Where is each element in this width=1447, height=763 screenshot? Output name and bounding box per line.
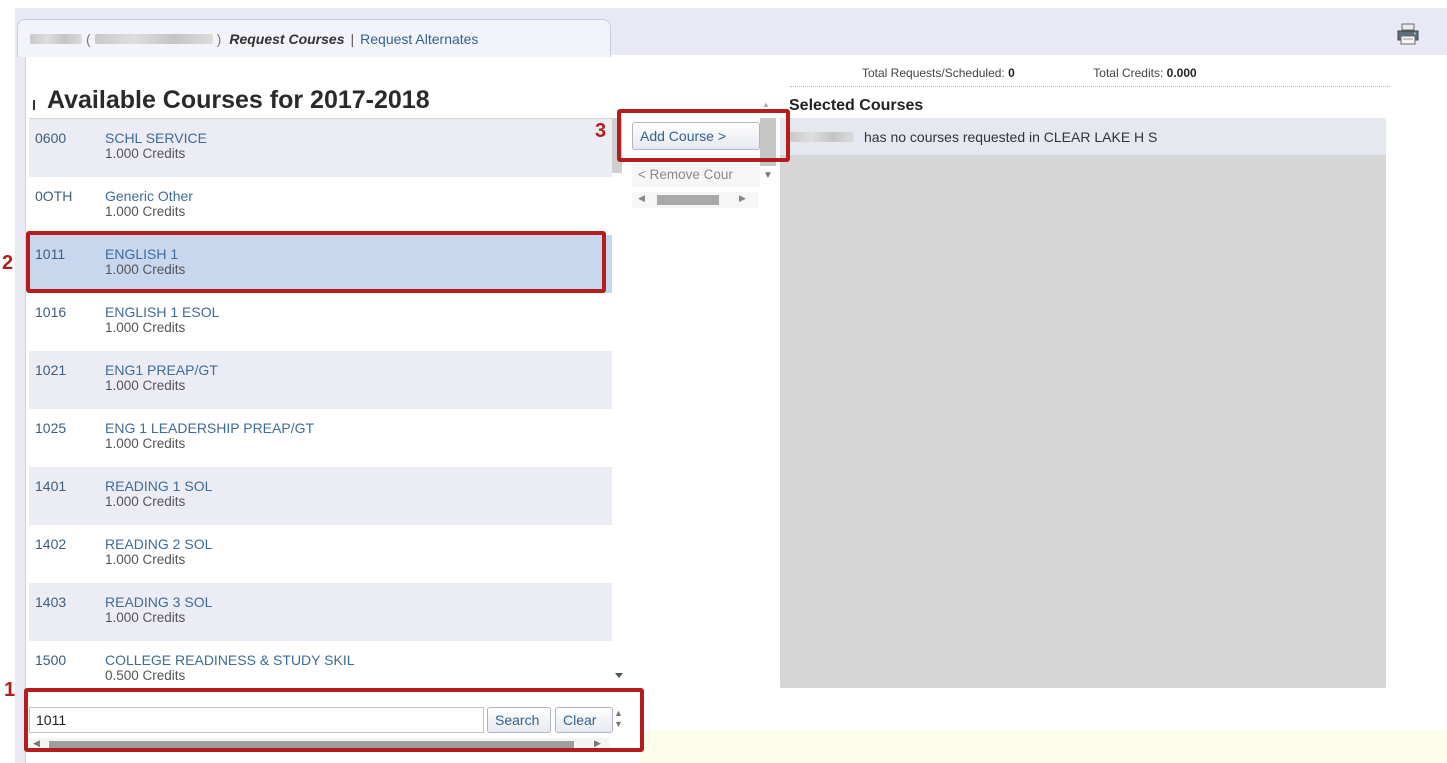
annotation-number-3: 3: [595, 120, 607, 142]
course-info: READING 1 SOL 1.000 Credits: [105, 478, 212, 525]
total-credits-label: Total Credits:: [1093, 66, 1164, 80]
course-name: COLLEGE READINESS & STUDY SKIL: [105, 652, 355, 668]
total-requests-value: 0: [1008, 66, 1015, 80]
course-info: COLLEGE READINESS & STUDY SKIL 0.500 Cred…: [105, 652, 355, 688]
title-marker: [33, 100, 35, 110]
available-courses-list[interactable]: 0600 SCHL SERVICE 1.000 Credits 0OTH Generic…: [29, 118, 612, 688]
course-info: ENG1 PREAP/GT 1.000 Credits: [105, 362, 218, 409]
course-code: 0OTH: [35, 188, 73, 204]
course-name: READING 3 SOL: [105, 594, 213, 610]
course-row[interactable]: 0600 SCHL SERVICE 1.000 Credits: [29, 119, 612, 177]
course-credits: 1.000 Credits: [105, 494, 186, 509]
paren-open: (: [86, 30, 91, 47]
course-code: 0600: [35, 130, 67, 146]
course-info: ENGLISH 1 ESOL 1.000 Credits: [105, 304, 219, 351]
course-row[interactable]: 0OTH Generic Other 1.000 Credits: [29, 177, 612, 235]
student-name-redacted: [30, 33, 82, 44]
course-name: ENG 1 LEADERSHIP PREAP/GT: [105, 420, 315, 436]
course-credits: 0.500 Credits: [105, 668, 186, 683]
course-credits: 1.000 Credits: [105, 552, 186, 567]
footer-strip: [640, 730, 1447, 763]
course-code: 1021: [35, 362, 67, 378]
available-courses-title: Available Courses for 2017-2018: [47, 86, 430, 114]
actions-hscroll-thumb[interactable]: [657, 195, 719, 205]
printer-icon[interactable]: [1396, 22, 1420, 46]
course-row[interactable]: 1500 COLLEGE READINESS & STUDY SKIL 0.500 …: [29, 641, 612, 688]
total-requests-label: Total Requests/Scheduled:: [862, 66, 1005, 80]
paren-close: ): [216, 30, 222, 47]
scroll-down-arrow-icon[interactable]: [615, 673, 623, 678]
tab-request-courses[interactable]: Request Courses: [229, 31, 344, 47]
student-name-redacted: [790, 131, 854, 142]
course-name: SCHL SERVICE: [105, 130, 207, 146]
empty-message: has no courses requested in CLEAR LAKE H…: [864, 128, 1158, 145]
tab-separator: |: [350, 30, 355, 47]
course-info: READING 3 SOL 1.000 Credits: [105, 594, 212, 641]
course-name: READING 1 SOL: [105, 478, 213, 494]
course-info: SCHL SERVICE 1.000 Credits: [105, 130, 207, 177]
annotation-box-course: [26, 231, 606, 293]
total-credits-value: 0.000: [1166, 66, 1197, 80]
annotation-box-search: [24, 688, 644, 752]
actions-horizontal-scrollbar[interactable]: ◀ ▶: [632, 192, 758, 208]
course-row[interactable]: 1402 READING 2 SOL 1.000 Credits: [29, 525, 612, 583]
annotation-number-1: 1: [4, 679, 16, 701]
course-info: READING 2 SOL 1.000 Credits: [105, 536, 212, 583]
remove-course-button[interactable]: < Remove Cour: [632, 163, 760, 187]
course-list-scrollbar[interactable]: [612, 118, 628, 688]
selected-courses-empty-row: has no courses requested in CLEAR LAKE H…: [780, 118, 1386, 156]
course-row[interactable]: 1025 ENG 1 LEADERSHIP PREAP/GT 1.000 Credi…: [29, 409, 612, 467]
course-name: ENGLISH 1 ESOL: [105, 304, 220, 320]
student-id-redacted: [94, 33, 213, 44]
course-credits: 1.000 Credits: [105, 436, 186, 451]
scroll-right-small-icon[interactable]: ▶: [739, 193, 746, 204]
course-credits: 1.000 Credits: [105, 320, 186, 335]
scroll-down-small-icon[interactable]: ▼: [763, 170, 773, 181]
course-code: 1016: [35, 304, 67, 320]
tab-bar: ( ) Request Courses | Request Alternates: [17, 19, 611, 57]
selected-courses-title: Selected Courses: [789, 97, 924, 114]
course-code: 1403: [35, 594, 67, 610]
course-name: Generic Other: [105, 188, 193, 204]
course-row[interactable]: 1401 READING 1 SOL 1.000 Credits: [29, 467, 612, 525]
selected-courses-panel: [780, 118, 1386, 688]
annotation-number-2: 2: [2, 252, 14, 274]
scroll-up-arrow-icon[interactable]: ▲: [762, 100, 770, 109]
course-code: 1025: [35, 420, 67, 436]
course-code: 1500: [35, 652, 67, 668]
course-code: 1402: [35, 536, 67, 552]
totals-divider: [790, 86, 1390, 87]
course-name: ENG1 PREAP/GT: [105, 362, 218, 378]
course-credits: 1.000 Credits: [105, 378, 186, 393]
course-credits: 1.000 Credits: [105, 610, 186, 625]
course-code: 1401: [35, 478, 67, 494]
tab-request-alternates[interactable]: Request Alternates: [360, 31, 478, 47]
course-row[interactable]: 1403 READING 3 SOL 1.000 Credits: [29, 583, 612, 641]
course-info: Generic Other 1.000 Credits: [105, 188, 193, 235]
scroll-left-small-icon[interactable]: ◀: [638, 193, 645, 204]
course-info: ENG 1 LEADERSHIP PREAP/GT 1.000 Credits: [105, 420, 314, 467]
course-name: READING 2 SOL: [105, 536, 213, 552]
course-row[interactable]: 1016 ENGLISH 1 ESOL 1.000 Credits: [29, 293, 612, 351]
course-credits: 1.000 Credits: [105, 204, 186, 219]
course-credits: 1.000 Credits: [105, 146, 186, 161]
totals-bar: Total Requests/Scheduled: 0 Total Credit…: [862, 66, 1197, 80]
course-row[interactable]: 1021 ENG1 PREAP/GT 1.000 Credits: [29, 351, 612, 409]
annotation-box-add: [617, 109, 790, 162]
